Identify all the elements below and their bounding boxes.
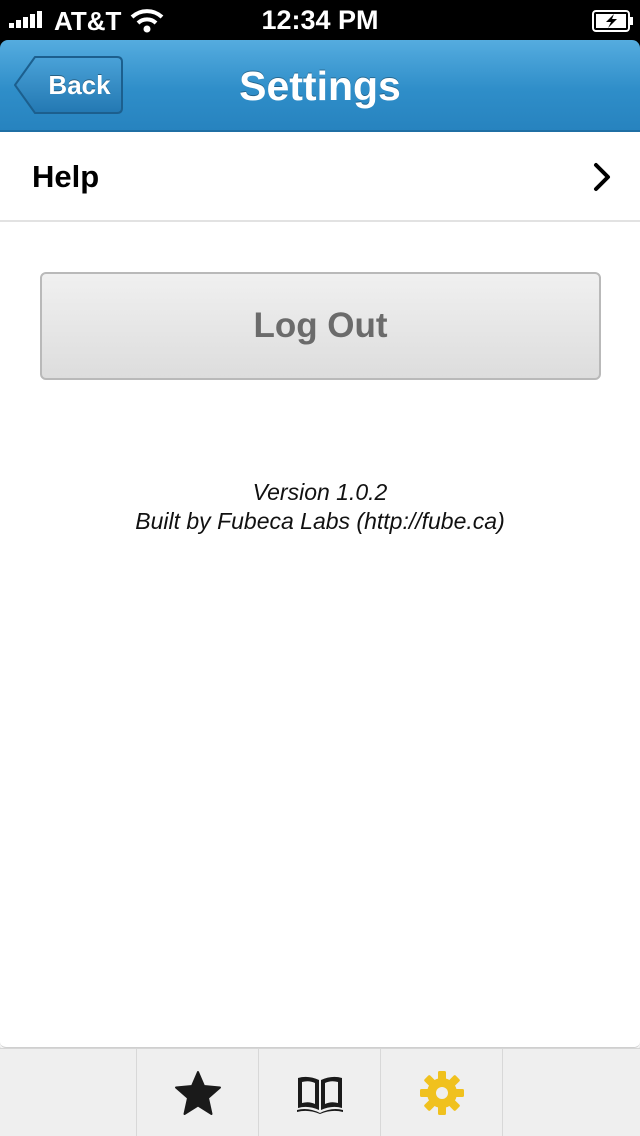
content-edge [0,1030,640,1048]
tab-library[interactable] [259,1049,380,1136]
back-button-label: Back [48,70,111,100]
tab-settings[interactable] [381,1049,502,1136]
battery-charging-icon [592,10,633,32]
tab-bar [0,1048,640,1136]
back-button[interactable]: Back [14,56,123,114]
version-info: Version 1.0.2 Built by Fubeca Labs (http… [0,478,640,536]
tab-divider [502,1049,503,1136]
clock: 12:34 PM [261,5,379,35]
gear-icon [419,1071,464,1115]
star-icon [174,1071,221,1115]
logout-button[interactable]: Log Out [40,272,601,380]
screen: AT&T 12:34 PM Settings Back Help Log Out… [0,0,640,1136]
version-text: Version 1.0.2 [252,479,388,505]
built-by-text: Built by Fubeca Labs (http://fube.ca) [135,508,505,534]
help-label: Help [32,159,100,194]
book-icon [296,1076,343,1114]
settings-content: Help Log Out Version 1.0.2 Built by Fube… [0,132,640,1040]
help-row[interactable]: Help [0,132,640,222]
tab-favorites[interactable] [137,1049,258,1136]
chevron-right-icon [594,163,610,191]
status-bar: AT&T 12:34 PM [0,0,640,40]
navigation-bar: Settings Back [0,40,640,132]
